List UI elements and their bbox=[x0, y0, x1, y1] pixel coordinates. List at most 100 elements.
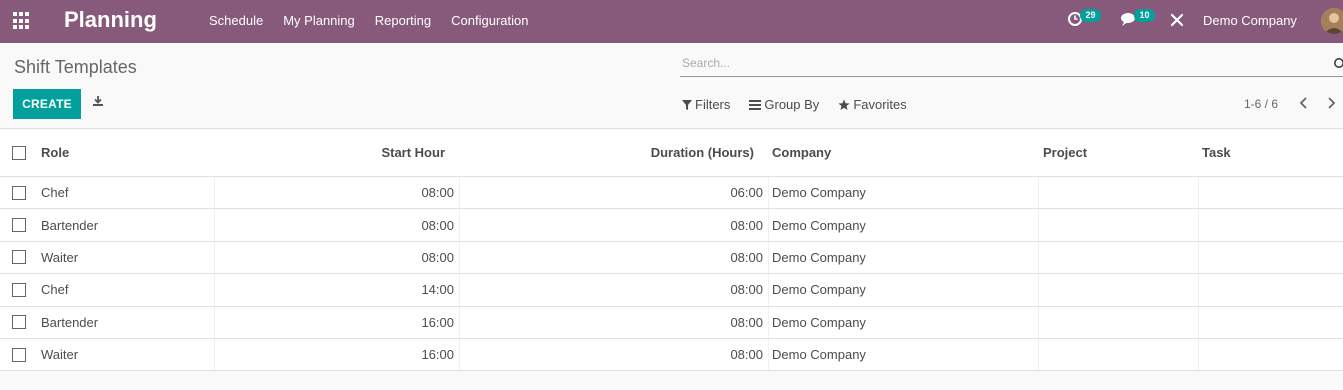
column-header-task[interactable]: Task bbox=[1202, 129, 1231, 176]
column-divider bbox=[1198, 274, 1199, 306]
cell-start-hour: 14:00 bbox=[421, 282, 454, 298]
column-divider bbox=[1198, 241, 1199, 274]
column-divider bbox=[1198, 209, 1199, 241]
column-divider bbox=[459, 338, 460, 371]
column-divider bbox=[459, 306, 460, 338]
export-download-icon[interactable] bbox=[92, 95, 106, 109]
cell-duration: 08:00 bbox=[730, 249, 763, 265]
column-header-duration[interactable]: Duration (Hours) bbox=[460, 129, 754, 176]
column-divider bbox=[459, 209, 460, 241]
main-menu: Schedule My Planning Reporting Configura… bbox=[199, 13, 538, 28]
app-brand[interactable]: Planning bbox=[64, 7, 157, 33]
search-icon[interactable] bbox=[1333, 57, 1343, 69]
cell-role: Bartender bbox=[41, 217, 99, 233]
page-title: Shift Templates bbox=[14, 57, 137, 77]
search-input[interactable] bbox=[682, 56, 1322, 70]
column-divider bbox=[768, 177, 769, 209]
cell-duration: 08:00 bbox=[730, 217, 763, 233]
star-icon bbox=[838, 99, 850, 110]
row-select-checkbox[interactable] bbox=[12, 282, 26, 297]
table-row[interactable]: Waiter 16:00 08:00 Demo Company bbox=[0, 338, 1343, 372]
create-button[interactable]: CREATE bbox=[13, 89, 81, 119]
column-header-project[interactable]: Project bbox=[1043, 129, 1087, 176]
column-divider bbox=[1198, 338, 1199, 371]
favorites-label: Favorites bbox=[853, 97, 907, 112]
column-divider bbox=[459, 274, 460, 306]
cell-role: Chef bbox=[41, 185, 69, 201]
message-count-badge: 10 bbox=[1134, 9, 1155, 22]
group-by-toggle[interactable]: Group By bbox=[749, 97, 819, 112]
debug-tools-icon[interactable] bbox=[1170, 13, 1188, 31]
cell-role: Waiter bbox=[41, 347, 79, 363]
filter-funnel-icon bbox=[682, 99, 692, 110]
table-row[interactable]: Chef 14:00 08:00 Demo Company bbox=[0, 274, 1343, 307]
company-switcher[interactable]: Demo Company bbox=[1203, 13, 1297, 28]
table-body: Chef 08:00 06:00 Demo Company Bartender 08:00… bbox=[0, 177, 1343, 372]
column-divider bbox=[214, 274, 215, 306]
column-divider bbox=[1038, 274, 1039, 306]
cell-company: Demo Company bbox=[772, 185, 866, 201]
search-options: Filters Group By Favorites bbox=[682, 97, 926, 112]
column-divider bbox=[1198, 306, 1199, 338]
favorites-toggle[interactable]: Favorites bbox=[838, 97, 907, 112]
cell-duration: 08:00 bbox=[730, 314, 763, 330]
column-divider bbox=[214, 177, 215, 209]
column-divider bbox=[768, 338, 769, 371]
menu-item-configuration[interactable]: Configuration bbox=[441, 13, 538, 28]
table-row[interactable]: Chef 08:00 06:00 Demo Company bbox=[0, 177, 1343, 210]
column-divider bbox=[1038, 306, 1039, 338]
cell-start-hour: 08:00 bbox=[421, 217, 454, 233]
group-by-label: Group By bbox=[764, 97, 820, 112]
column-divider bbox=[768, 241, 769, 274]
column-divider bbox=[214, 306, 215, 338]
row-select-checkbox[interactable] bbox=[12, 250, 26, 265]
search-bar bbox=[680, 53, 1343, 77]
cell-company: Demo Company bbox=[772, 314, 866, 330]
cell-duration: 06:00 bbox=[730, 185, 763, 201]
column-header-role[interactable]: Role bbox=[41, 129, 69, 176]
column-header-company[interactable]: Company bbox=[772, 129, 831, 176]
shift-templates-table: Role Start Hour Duration (Hours) Company… bbox=[0, 128, 1343, 372]
column-divider bbox=[768, 209, 769, 241]
cell-company: Demo Company bbox=[772, 249, 866, 265]
cell-role: Chef bbox=[41, 282, 69, 298]
cell-start-hour: 08:00 bbox=[421, 185, 454, 201]
column-divider bbox=[1038, 177, 1039, 209]
pager-previous-icon[interactable] bbox=[1299, 97, 1311, 111]
column-divider bbox=[214, 241, 215, 274]
menu-item-reporting[interactable]: Reporting bbox=[365, 13, 441, 28]
row-select-checkbox[interactable] bbox=[12, 347, 26, 362]
row-select-checkbox[interactable] bbox=[12, 315, 26, 330]
cell-role: Waiter bbox=[41, 249, 79, 265]
table-row[interactable]: Bartender 08:00 08:00 Demo Company bbox=[0, 209, 1343, 242]
pager-next-icon[interactable] bbox=[1326, 97, 1338, 111]
table-row[interactable]: Bartender 16:00 08:00 Demo Company bbox=[0, 306, 1343, 339]
column-divider bbox=[768, 306, 769, 338]
menu-item-my-planning[interactable]: My Planning bbox=[273, 13, 365, 28]
column-header-start-hour[interactable]: Start Hour bbox=[214, 129, 445, 176]
column-divider bbox=[768, 274, 769, 306]
column-divider bbox=[1038, 209, 1039, 241]
filters-label: Filters bbox=[695, 97, 731, 112]
user-avatar[interactable] bbox=[1321, 8, 1343, 34]
select-all-checkbox[interactable] bbox=[12, 145, 26, 160]
table-header-row: Role Start Hour Duration (Hours) Company… bbox=[0, 129, 1343, 177]
filters-toggle[interactable]: Filters bbox=[682, 97, 730, 112]
column-divider bbox=[459, 241, 460, 274]
cell-start-hour: 08:00 bbox=[421, 249, 454, 265]
cell-start-hour: 16:00 bbox=[421, 347, 454, 363]
row-select-checkbox[interactable] bbox=[12, 185, 26, 200]
column-divider bbox=[459, 177, 460, 209]
row-select-checkbox[interactable] bbox=[12, 218, 26, 233]
cell-role: Bartender bbox=[41, 314, 99, 330]
column-divider bbox=[1198, 177, 1199, 209]
column-divider bbox=[214, 209, 215, 241]
pager-value[interactable]: 1-6 / 6 bbox=[1244, 97, 1278, 111]
menu-item-schedule[interactable]: Schedule bbox=[199, 13, 273, 28]
list-bars-icon bbox=[749, 99, 762, 110]
column-divider bbox=[1038, 241, 1039, 274]
apps-menu-icon[interactable] bbox=[13, 12, 31, 30]
cell-duration: 08:00 bbox=[730, 282, 763, 298]
activity-count-badge: 29 bbox=[1080, 9, 1101, 22]
table-row[interactable]: Waiter 08:00 08:00 Demo Company bbox=[0, 241, 1343, 275]
